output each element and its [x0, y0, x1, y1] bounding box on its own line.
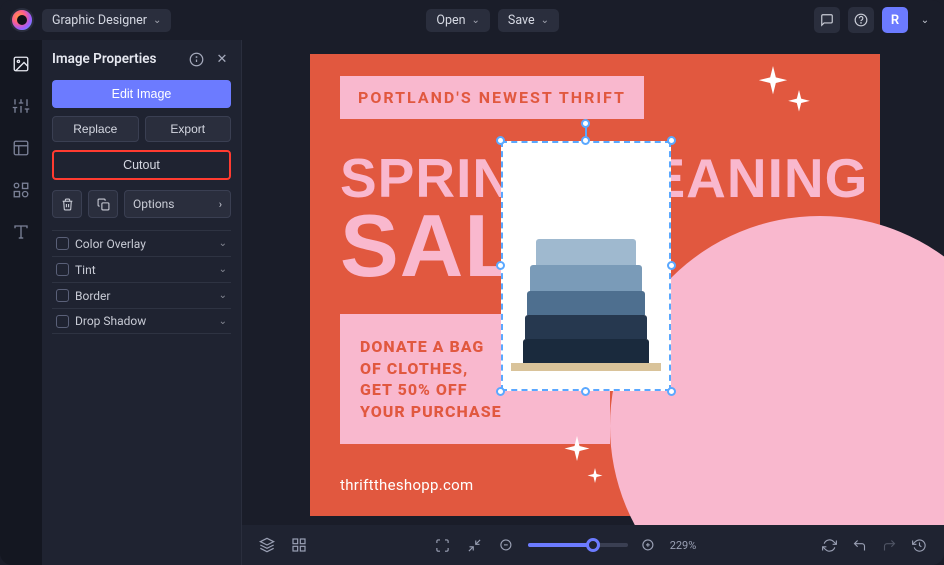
- zoom-in-icon[interactable]: [638, 534, 660, 556]
- canvas-area[interactable]: PORTLAND'S NEWEST THRIFT SPRING CLEANING…: [242, 40, 944, 525]
- account-chevron[interactable]: ⌄: [916, 7, 934, 33]
- zoom-slider-thumb[interactable]: [586, 538, 600, 552]
- options-label: Options: [133, 197, 175, 211]
- website-url: thrifttheshopp.com: [340, 476, 473, 494]
- resize-handle-bl[interactable]: [496, 387, 505, 396]
- accordion-tint[interactable]: Tint⌄: [52, 256, 231, 282]
- sparkle-icon: [586, 468, 604, 486]
- delete-button[interactable]: [52, 190, 82, 218]
- fit-screen-icon[interactable]: [432, 534, 454, 556]
- sparkle-icon: [786, 90, 812, 116]
- panel-close-icon[interactable]: ✕: [213, 50, 231, 68]
- comments-button[interactable]: [814, 7, 840, 33]
- checkbox-icon: [56, 263, 69, 276]
- image-properties-panel: Image Properties ✕ Edit Image Replace Ex…: [42, 40, 242, 565]
- grid-icon[interactable]: [288, 534, 310, 556]
- bottombar: 229%: [242, 525, 944, 565]
- export-button[interactable]: Export: [145, 116, 232, 142]
- checkbox-icon: [56, 289, 69, 302]
- chevron-down-icon: ⌄: [219, 238, 227, 249]
- topbar: Graphic Designer ⌄ Open ⌄ Save ⌄ R ⌄: [0, 0, 944, 40]
- sync-icon[interactable]: [818, 534, 840, 556]
- user-avatar[interactable]: R: [882, 7, 908, 33]
- redo-icon[interactable]: [878, 534, 900, 556]
- history-icon[interactable]: [908, 534, 930, 556]
- resize-handle-tc[interactable]: [581, 136, 590, 145]
- checkbox-icon: [56, 315, 69, 328]
- chevron-down-icon: ⌄: [219, 264, 227, 275]
- app-logo[interactable]: [10, 8, 34, 32]
- rail-adjust-icon[interactable]: [9, 94, 33, 118]
- resize-handle-ml[interactable]: [496, 261, 505, 270]
- duplicate-button[interactable]: [88, 190, 118, 218]
- top-badge: PORTLAND'S NEWEST THRIFT: [340, 76, 644, 119]
- rail-elements-icon[interactable]: [9, 178, 33, 202]
- accordion-border[interactable]: Border⌄: [52, 282, 231, 308]
- zoom-slider[interactable]: [528, 543, 628, 547]
- panel-info-icon[interactable]: [187, 50, 205, 68]
- open-label: Open: [436, 13, 465, 28]
- checkbox-icon: [56, 237, 69, 250]
- cutout-button[interactable]: Cutout: [52, 150, 231, 180]
- replace-button[interactable]: Replace: [52, 116, 139, 142]
- chevron-down-icon: ⌄: [921, 15, 929, 26]
- save-label: Save: [508, 13, 535, 28]
- chevron-right-icon: ›: [219, 198, 222, 211]
- resize-handle-mr[interactable]: [667, 261, 676, 270]
- sparkle-icon: [756, 66, 790, 100]
- undo-icon[interactable]: [848, 534, 870, 556]
- resize-handle-tl[interactable]: [496, 136, 505, 145]
- resize-handle-tr[interactable]: [667, 136, 676, 145]
- jeans-stack-image: [513, 213, 659, 371]
- accordion-color-overlay[interactable]: Color Overlay⌄: [52, 230, 231, 256]
- panel-title: Image Properties: [52, 51, 179, 67]
- design-canvas[interactable]: PORTLAND'S NEWEST THRIFT SPRING CLEANING…: [310, 54, 880, 516]
- chevron-down-icon: ⌄: [472, 15, 480, 26]
- actual-size-icon[interactable]: [464, 534, 486, 556]
- rotation-handle[interactable]: [581, 119, 590, 128]
- accordion-drop-shadow[interactable]: Drop Shadow⌄: [52, 308, 231, 334]
- resize-handle-br[interactable]: [667, 387, 676, 396]
- open-menu[interactable]: Open ⌄: [426, 9, 490, 32]
- role-dropdown[interactable]: Graphic Designer ⌄: [42, 9, 171, 32]
- selected-image[interactable]: [501, 141, 671, 391]
- rail-text-icon[interactable]: [9, 220, 33, 244]
- role-label: Graphic Designer: [52, 13, 147, 28]
- zoom-out-icon[interactable]: [496, 534, 518, 556]
- rail-templates-icon[interactable]: [9, 136, 33, 160]
- selection-border: [501, 141, 671, 391]
- chevron-down-icon: ⌄: [219, 316, 227, 327]
- resize-handle-bc[interactable]: [581, 387, 590, 396]
- left-rail: [0, 40, 42, 565]
- chevron-down-icon: ⌄: [153, 15, 161, 26]
- sparkle-icon: [562, 436, 592, 466]
- zoom-value: 229%: [670, 539, 697, 552]
- edit-image-button[interactable]: Edit Image: [52, 80, 231, 108]
- layers-icon[interactable]: [256, 534, 278, 556]
- rail-images-icon[interactable]: [9, 52, 33, 76]
- chevron-down-icon: ⌄: [219, 290, 227, 301]
- save-menu[interactable]: Save ⌄: [498, 9, 559, 32]
- options-dropdown[interactable]: Options ›: [124, 190, 231, 218]
- chevron-down-icon: ⌄: [541, 15, 549, 26]
- help-button[interactable]: [848, 7, 874, 33]
